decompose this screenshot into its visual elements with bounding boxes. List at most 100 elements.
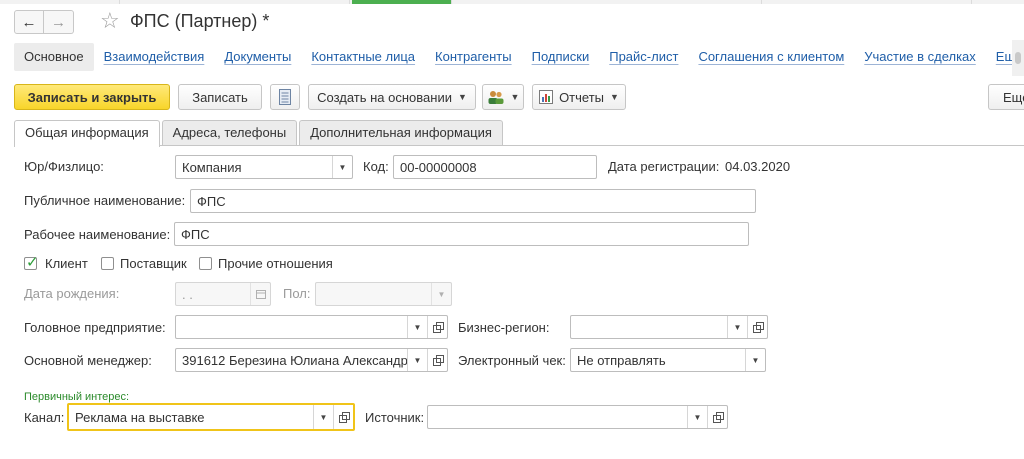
source-label: Источник: <box>365 410 425 425</box>
chevron-down-icon[interactable]: ▼ <box>687 406 707 428</box>
channel-label: Канал: <box>24 410 65 425</box>
tab-addresses-phones[interactable]: Адреса, телефоны <box>161 120 298 146</box>
e-receipt-select[interactable]: Не отправлять ▼ <box>570 348 766 372</box>
head-company-label: Головное предприятие: <box>24 320 166 335</box>
more-label: Еще <box>1003 89 1024 105</box>
section-tab-documents[interactable]: Документы <box>214 43 301 71</box>
channel-value: Реклама на выставке <box>75 409 205 425</box>
work-name-value: ФПС <box>181 226 210 242</box>
caret-down-icon: ▼ <box>610 92 619 102</box>
section-nav: Основное Взаимодействия Документы Контак… <box>14 43 1024 71</box>
save-label: Записать <box>192 89 248 105</box>
users-icon <box>488 91 504 104</box>
code-value: 00-00000008 <box>400 159 477 175</box>
chevron-down-icon[interactable]: ▼ <box>745 349 765 371</box>
code-field[interactable]: 00-00000008 <box>393 155 597 179</box>
gender-select: ▼ <box>315 282 452 306</box>
section-tab-subscriptions[interactable]: Подписки <box>522 43 600 71</box>
scrollbar[interactable] <box>1012 40 1024 76</box>
more-button[interactable]: Еще <box>988 84 1024 110</box>
section-tab-contacts[interactable]: Контактные лица <box>301 43 425 71</box>
forward-button[interactable]: → <box>44 10 74 34</box>
other-relations-checkbox[interactable] <box>199 257 212 270</box>
scrollbar-thumb[interactable] <box>1015 52 1021 64</box>
open-item-button[interactable] <box>747 316 767 338</box>
gender-label: Пол: <box>283 286 311 301</box>
favorite-star-icon[interactable]: ☆ <box>100 8 120 34</box>
head-company-select[interactable]: ▼ <box>175 315 448 339</box>
public-name-input[interactable]: ФПС <box>190 189 756 213</box>
source-select[interactable]: ▼ <box>427 405 728 429</box>
report-icon <box>539 90 554 104</box>
arrow-left-icon: ← <box>21 13 37 31</box>
work-name-input[interactable]: ФПС <box>174 222 749 246</box>
public-name-value: ФПС <box>197 193 226 209</box>
birth-date-input: . . <box>175 282 271 306</box>
save-button[interactable]: Записать <box>178 84 262 110</box>
open-item-button[interactable] <box>333 405 353 429</box>
entity-type-label: Юр/Физлицо: <box>24 159 104 174</box>
e-receipt-value: Не отправлять <box>577 352 666 368</box>
window-tab[interactable] <box>0 0 120 4</box>
users-menu-button[interactable]: ▼ <box>482 84 524 110</box>
channel-select[interactable]: Реклама на выставке ▼ <box>67 403 355 431</box>
entity-type-value: Компания <box>182 159 242 175</box>
document-list-button[interactable] <box>270 84 300 110</box>
save-and-close-button[interactable]: Записать и закрыть <box>14 84 170 110</box>
section-tab-deals[interactable]: Участие в сделках <box>854 43 986 71</box>
window-tab-strip <box>0 0 1024 4</box>
section-tab-main[interactable]: Основное <box>14 43 94 71</box>
open-window-icon <box>752 322 764 333</box>
chevron-down-icon[interactable]: ▼ <box>407 349 427 371</box>
page-title: ФПС (Партнер) * <box>130 11 270 31</box>
open-item-button[interactable] <box>427 316 447 338</box>
open-item-button[interactable] <box>707 406 727 428</box>
chevron-down-icon[interactable]: ▼ <box>313 405 333 429</box>
caret-down-icon: ▼ <box>510 92 520 102</box>
birth-date-label: Дата рождения: <box>24 286 120 301</box>
client-label[interactable]: Клиент <box>45 256 88 271</box>
work-name-label: Рабочее наименование: <box>24 227 171 242</box>
back-button[interactable]: ← <box>14 10 44 34</box>
section-tab-agreements[interactable]: Соглашения с клиентом <box>688 43 854 71</box>
chevron-down-icon[interactable]: ▼ <box>407 316 427 338</box>
tab-additional-info[interactable]: Дополнительная информация <box>299 120 503 146</box>
chevron-down-icon: ▼ <box>431 283 451 305</box>
manager-select[interactable]: 391612 Березина Юлиана Александровна ▼ <box>175 348 448 372</box>
open-window-icon <box>338 412 350 423</box>
document-list-icon <box>279 89 291 105</box>
section-tab-counterparties[interactable]: Контрагенты <box>425 43 522 71</box>
tab-divider <box>14 145 1024 146</box>
code-label: Код: <box>363 159 389 174</box>
create-based-on-button[interactable]: Создать на основании ▼ <box>308 84 476 110</box>
window-tab[interactable] <box>762 0 972 4</box>
reports-button[interactable]: Отчеты ▼ <box>532 84 626 110</box>
chevron-down-icon[interactable]: ▼ <box>332 156 352 178</box>
create-based-on-label: Создать на основании <box>317 89 452 105</box>
window-tab[interactable] <box>120 0 350 4</box>
supplier-label[interactable]: Поставщик <box>120 256 187 271</box>
birth-date-value: . . <box>182 286 193 302</box>
supplier-checkbox[interactable] <box>101 257 114 270</box>
window-tab[interactable] <box>452 0 762 4</box>
form-tabs: Общая информация Адреса, телефоны Дополн… <box>14 120 505 147</box>
tab-general-info[interactable]: Общая информация <box>14 120 160 147</box>
window-tab-active[interactable] <box>352 0 452 4</box>
checkmark-icon: ✓ <box>26 254 39 271</box>
business-region-select[interactable]: ▼ <box>570 315 768 339</box>
chevron-down-icon[interactable]: ▼ <box>727 316 747 338</box>
entity-type-select[interactable]: Компания ▼ <box>175 155 353 179</box>
open-item-button[interactable] <box>427 349 447 371</box>
open-window-icon <box>712 412 724 423</box>
open-window-icon <box>432 322 444 333</box>
section-tab-price-list[interactable]: Прайс-лист <box>599 43 688 71</box>
save-and-close-label: Записать и закрыть <box>27 89 157 105</box>
manager-label: Основной менеджер: <box>24 353 152 368</box>
reports-label: Отчеты <box>559 89 604 105</box>
client-checkbox[interactable]: ✓ <box>24 254 39 271</box>
caret-down-icon: ▼ <box>457 92 467 102</box>
section-tab-interactions[interactable]: Взаимодействия <box>94 43 215 71</box>
reg-date-label: Дата регистрации: <box>608 159 720 174</box>
manager-value: 391612 Березина Юлиана Александровна <box>182 352 407 368</box>
other-relations-label[interactable]: Прочие отношения <box>218 256 333 271</box>
